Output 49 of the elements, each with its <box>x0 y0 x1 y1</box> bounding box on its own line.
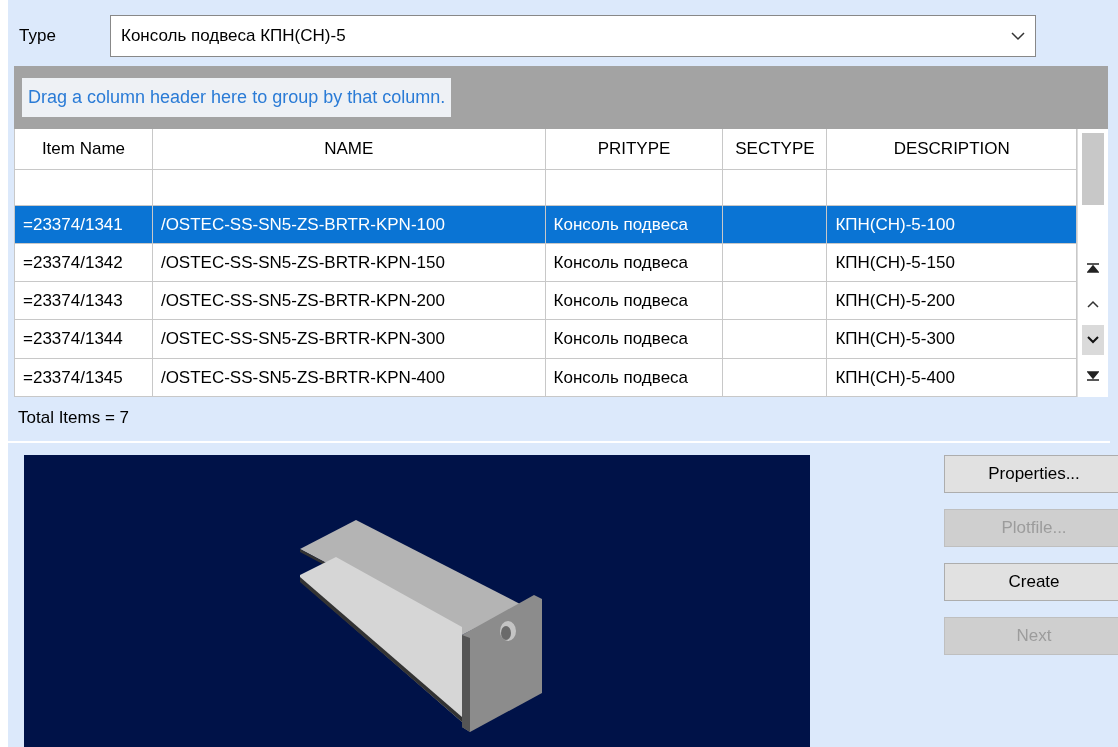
action-button[interactable]: Create <box>944 562 1118 601</box>
table-row[interactable]: =23374/1342 /OSTEC-SS-SN5-ZS-BRTR-KPN-150 Консоль подвеса КПН(СН)-5-150 <box>14 243 1077 282</box>
table-row[interactable]: =23374/1345 /OSTEC-SS-SN5-ZS-BRTR-KPN-400 Консоль подвеса КПН(СН)-5-400 <box>14 358 1077 397</box>
column-header[interactable]: DESCRIPTION <box>826 129 1077 169</box>
table-row[interactable]: =23374/1344 /OSTEC-SS-SN5-ZS-BRTR-KPN-300 Консоль подвеса КПН(СН)-5-300 <box>14 320 1077 359</box>
scroll-bottom-icon <box>1087 371 1099 381</box>
action-button[interactable]: Properties... <box>944 454 1118 493</box>
table-cell: /OSTEC-SS-SN5-ZS-BRTR-KPN-200 <box>152 281 546 320</box>
table-cell: Консоль подвеса <box>545 243 723 282</box>
filter-cell[interactable] <box>14 169 153 206</box>
table-cell: /OSTEC-SS-SN5-ZS-BRTR-KPN-400 <box>152 358 546 397</box>
table-cell: КПН(СН)-5-150 <box>826 243 1077 282</box>
filter-cell[interactable] <box>545 169 723 206</box>
group-by-hint: Drag a column header here to group by that column. <box>22 78 452 117</box>
filter-cell[interactable] <box>826 169 1077 206</box>
scroll-down-button[interactable] <box>1082 325 1104 355</box>
type-label: Type <box>19 25 57 48</box>
column-header[interactable]: PRITYPE <box>545 129 723 169</box>
table-cell: Консоль подвеса <box>545 205 723 244</box>
filter-cell[interactable] <box>722 169 827 206</box>
table-cell: /OSTEC-SS-SN5-ZS-BRTR-KPN-150 <box>152 243 546 282</box>
table-cell: Консоль подвеса <box>545 281 723 320</box>
chevron-down-icon <box>1087 336 1099 344</box>
table-row[interactable]: =23374/1341 /OSTEC-SS-SN5-ZS-BRTR-KPN-100 Консоль подвеса КПН(СН)-5-100 <box>14 205 1077 244</box>
table-cell: /OSTEC-SS-SN5-ZS-BRTR-KPN-300 <box>152 320 546 359</box>
scroll-top-icon <box>1087 263 1099 273</box>
type-value: Консоль подвеса КПН(СН)-5 <box>121 25 346 48</box>
table-cell: КПН(СН)-5-200 <box>826 281 1077 320</box>
table-cell: Консоль подвеса <box>545 320 723 359</box>
scrollbar-thumb[interactable] <box>1082 133 1104 205</box>
table-cell: /OSTEC-SS-SN5-ZS-BRTR-KPN-100 <box>152 205 546 244</box>
table-cell: КПН(СН)-5-400 <box>826 358 1077 397</box>
table-cell: =23374/1343 <box>14 281 153 320</box>
total-items-label: Total Items = 7 <box>18 408 130 427</box>
column-header[interactable]: SECTYPE <box>722 129 827 169</box>
type-dropdown[interactable]: Консоль подвеса КПН(СН)-5 <box>110 15 1036 57</box>
table-cell: =23374/1345 <box>14 358 153 397</box>
table-cell: Консоль подвеса <box>545 358 723 397</box>
column-header[interactable]: NAME <box>152 129 546 169</box>
chevron-down-icon <box>1011 31 1025 41</box>
chevron-up-icon <box>1087 300 1099 308</box>
column-header[interactable]: Item Name <box>14 129 153 169</box>
table-cell: =23374/1342 <box>14 243 153 282</box>
table-cell: КПН(СН)-5-300 <box>826 320 1077 359</box>
table-cell: =23374/1341 <box>14 205 153 244</box>
table-cell: =23374/1344 <box>14 320 153 359</box>
table-row[interactable]: =23374/1343 /OSTEC-SS-SN5-ZS-BRTR-KPN-200 Консоль подвеса КПН(СН)-5-200 <box>14 281 1077 320</box>
table-cell: КПН(СН)-5-100 <box>826 205 1077 244</box>
filter-cell[interactable] <box>152 169 546 206</box>
